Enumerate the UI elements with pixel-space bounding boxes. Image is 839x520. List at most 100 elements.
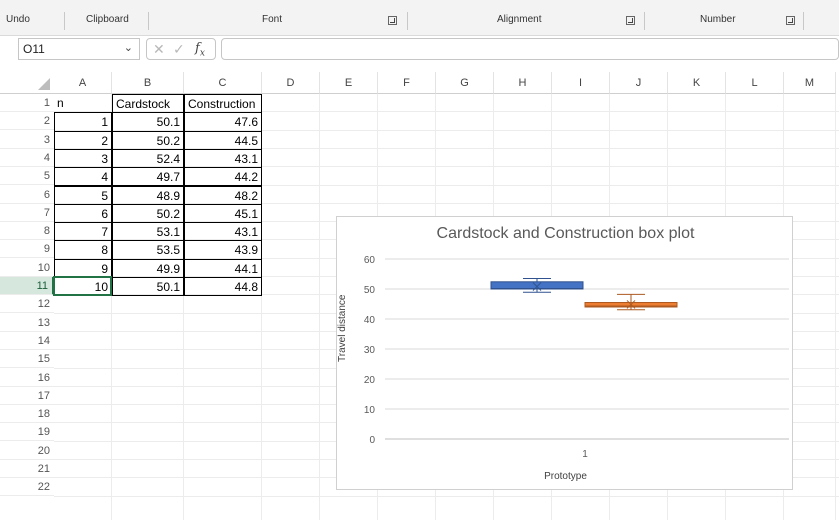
select-all-corner[interactable]: [0, 72, 54, 94]
column-header[interactable]: L: [726, 72, 784, 94]
cell[interactable]: 49.9: [112, 258, 184, 278]
cell[interactable]: 44.2: [184, 167, 262, 187]
cell[interactable]: 50.1: [112, 112, 184, 132]
cancel-icon[interactable]: ✕: [153, 41, 165, 58]
name-box-value: O11: [23, 42, 45, 56]
ribbon-group-clipboard[interactable]: Clipboard: [86, 14, 129, 25]
insert-function-icon[interactable]: fx: [195, 41, 205, 59]
row-header[interactable]: 15: [0, 350, 54, 369]
cell[interactable]: Construction: [184, 94, 262, 114]
ribbon-group-number[interactable]: Number: [700, 14, 736, 25]
ribbon-separator: [148, 12, 149, 30]
ribbon-group-alignment[interactable]: Alignment: [497, 14, 541, 25]
column-header[interactable]: M: [784, 72, 836, 94]
cell[interactable]: Cardstock: [112, 94, 184, 114]
cell[interactable]: 43.9: [184, 240, 262, 260]
chart-y-tick-label: 10: [364, 405, 376, 416]
column-header[interactable]: I: [552, 72, 610, 94]
column-header[interactable]: D: [262, 72, 320, 94]
gridline-column: [835, 94, 836, 520]
cell[interactable]: 50.2: [112, 203, 184, 224]
cell[interactable]: 7: [54, 222, 112, 242]
cell[interactable]: 49.7: [112, 167, 184, 187]
enter-check-icon[interactable]: ✓: [173, 41, 185, 58]
cell[interactable]: 53.1: [112, 222, 184, 242]
cell[interactable]: 3: [54, 148, 112, 169]
row-header[interactable]: 17: [0, 386, 54, 405]
row-header[interactable]: 8: [0, 222, 54, 241]
row-header[interactable]: 9: [0, 240, 54, 259]
chart-y-tick-label: 50: [364, 285, 376, 296]
ribbon: Undo Clipboard Font Alignment Number: [0, 0, 839, 36]
chart-y-axis-label: Travel distance: [337, 294, 348, 362]
row-header[interactable]: 10: [0, 258, 54, 277]
ribbon-separator: [407, 12, 408, 30]
chevron-down-icon[interactable]: ⌄: [124, 41, 133, 54]
name-box[interactable]: O11 ⌄: [18, 38, 140, 60]
cell[interactable]: 44.8: [184, 277, 262, 297]
box-cardstock: [490, 281, 584, 290]
cell[interactable]: 6: [54, 203, 112, 224]
row-header[interactable]: 22: [0, 478, 54, 497]
column-header[interactable]: E: [320, 72, 378, 94]
cell[interactable]: 45.1: [184, 203, 262, 224]
ribbon-group-font[interactable]: Font: [262, 14, 282, 25]
chart-y-tick-label: 20: [364, 375, 376, 386]
column-header[interactable]: J: [610, 72, 668, 94]
formula-controls: ✕ ✓ fx: [146, 38, 216, 60]
cell[interactable]: 50.2: [112, 130, 184, 150]
cell[interactable]: 43.1: [184, 148, 262, 169]
box-plot-chart[interactable]: Cardstock and Construction box plot 0 10 2…: [336, 216, 793, 490]
cell[interactable]: 8: [54, 240, 112, 260]
cell[interactable]: 5: [54, 185, 112, 205]
row-header[interactable]: 4: [0, 148, 54, 167]
ribbon-group-undo[interactable]: Undo: [6, 14, 30, 25]
cell[interactable]: 47.6: [184, 112, 262, 132]
row-header[interactable]: 21: [0, 460, 54, 478]
cell[interactable]: 53.5: [112, 240, 184, 260]
row-header[interactable]: 16: [0, 368, 54, 387]
cell[interactable]: 2: [54, 130, 112, 150]
row-header[interactable]: 19: [0, 423, 54, 442]
chart-x-tick-label: 1: [582, 449, 588, 460]
column-header[interactable]: A: [54, 72, 112, 94]
chart-y-tick-label: 40: [364, 315, 376, 326]
active-cell-selection: [53, 276, 112, 297]
row-header[interactable]: 18: [0, 405, 54, 424]
column-header[interactable]: H: [494, 72, 552, 94]
row-header[interactable]: 2: [0, 112, 54, 131]
alignment-dialog-launcher-icon[interactable]: [626, 16, 635, 25]
ribbon-separator: [803, 12, 804, 30]
ribbon-separator: [644, 12, 645, 30]
cell[interactable]: 50.1: [112, 277, 184, 297]
row-header[interactable]: 3: [0, 130, 54, 149]
row-header[interactable]: 12: [0, 295, 54, 314]
column-header[interactable]: B: [112, 72, 184, 94]
cell[interactable]: 44.5: [184, 130, 262, 150]
chart-plot-area: 0 10 20 30 40 50 60 1: [364, 255, 789, 460]
font-dialog-launcher-icon[interactable]: [388, 16, 397, 25]
column-header[interactable]: F: [378, 72, 436, 94]
column-header[interactable]: C: [184, 72, 262, 94]
row-header[interactable]: 5: [0, 167, 54, 186]
cell[interactable]: 52.4: [112, 148, 184, 169]
cell[interactable]: 4: [54, 167, 112, 187]
chart-y-tick-label: 0: [369, 435, 375, 446]
row-header[interactable]: 14: [0, 331, 54, 350]
cell[interactable]: 48.2: [184, 185, 262, 205]
column-header[interactable]: G: [436, 72, 494, 94]
cell[interactable]: 48.9: [112, 185, 184, 205]
number-dialog-launcher-icon[interactable]: [786, 16, 795, 25]
formula-input[interactable]: [221, 38, 839, 60]
column-header[interactable]: K: [668, 72, 726, 94]
row-header[interactable]: 20: [0, 441, 54, 460]
row-header[interactable]: 6: [0, 185, 54, 204]
cell[interactable]: n: [54, 94, 112, 113]
row-header[interactable]: 11: [0, 277, 54, 295]
row-header[interactable]: 13: [0, 313, 54, 332]
row-header[interactable]: 1: [0, 94, 54, 112]
cell[interactable]: 1: [54, 112, 112, 132]
row-header[interactable]: 7: [0, 203, 54, 222]
cell[interactable]: 43.1: [184, 222, 262, 242]
cell[interactable]: 44.1: [184, 258, 262, 278]
